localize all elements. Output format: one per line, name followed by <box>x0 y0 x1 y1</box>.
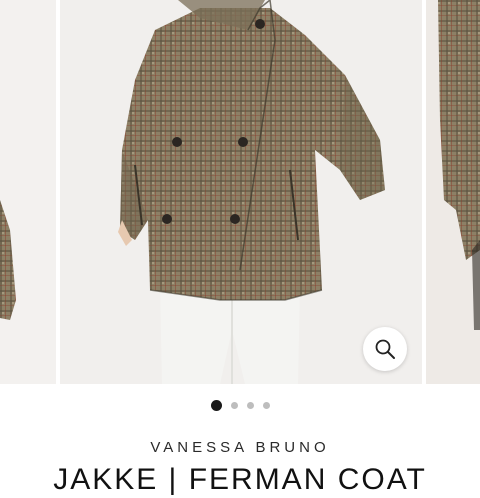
product-title: JAKKE | FERMAN COAT <box>53 463 427 496</box>
product-image-carousel[interactable] <box>0 0 480 384</box>
pagination-dot-1[interactable] <box>210 399 222 411</box>
next-slide-image[interactable] <box>426 0 480 384</box>
previous-slide-image[interactable] <box>0 0 56 384</box>
magnifier-icon <box>375 339 395 359</box>
zoom-button[interactable] <box>363 327 407 371</box>
main-product-image <box>60 0 422 384</box>
pagination-dot-3[interactable] <box>246 401 254 409</box>
pagination-dot-2[interactable] <box>230 401 238 409</box>
pagination-dot-4[interactable] <box>262 401 270 409</box>
carousel-pagination <box>0 397 480 413</box>
product-brand[interactable]: VANESSA BRUNO <box>0 439 480 456</box>
